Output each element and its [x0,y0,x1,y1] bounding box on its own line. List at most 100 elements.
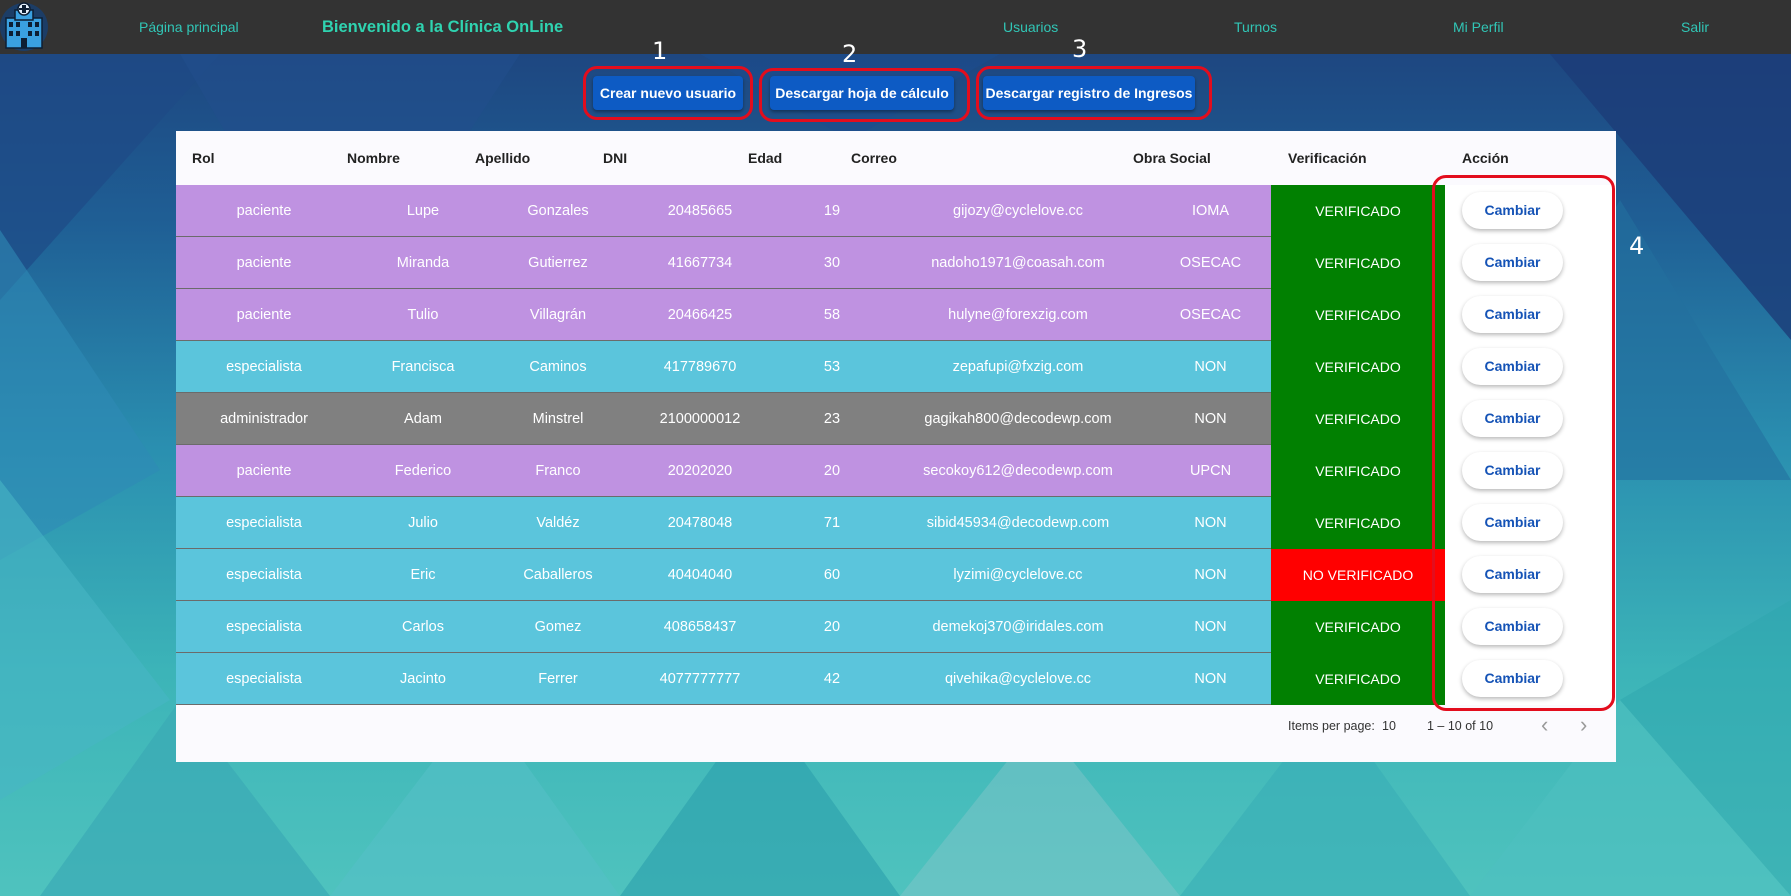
download-sheet-button[interactable]: Descargar hoja de cálculo [770,76,954,110]
cell-verificacion: VERIFICADO [1271,289,1445,341]
items-per-page-label: Items per page: [1288,719,1375,733]
table-header: Rol Nombre Apellido DNI Edad Correo Obra… [176,131,1616,185]
cell-dni: 408658437 [663,619,737,635]
cell-apellido: Gomez [534,619,582,635]
annotation-number-3: 3 [1072,35,1088,63]
cell-edad: 60 [823,567,841,583]
cell-accion: Cambiar [1445,497,1616,549]
cambiar-button[interactable]: Cambiar [1462,504,1563,541]
cell-verificacion: VERIFICADO [1271,601,1445,653]
cambiar-button[interactable]: Cambiar [1462,400,1563,437]
cell-obra-social: NON [1194,359,1227,375]
cell-dni: 20466425 [667,307,733,323]
cell-correo: gijozy@cyclelove.cc [953,203,1083,219]
header-rol[interactable]: Rol [192,131,215,185]
cambiar-button[interactable]: Cambiar [1462,452,1563,489]
table-row: especialista Eric Caballeros 40404040 60 lyzi… [176,549,1616,601]
cell-apellido: Valdéz [536,515,580,531]
top-navbar: Página principal Bienvenido a la Clínica… [0,0,1791,54]
cell-edad: 71 [823,515,841,531]
cell-correo: qivehika@cyclelove.cc [944,671,1092,687]
cell-correo: demekoj370@iridales.com [932,619,1104,635]
cell-apellido: Caballeros [523,567,593,583]
cell-rol: especialista [226,515,302,531]
cell-apellido: Ferrer [538,671,578,687]
cambiar-button[interactable]: Cambiar [1462,660,1563,697]
chevron-left-icon[interactable]: ‹ [1541,713,1548,737]
annotation-number-1: 1 [652,37,668,65]
header-correo[interactable]: Correo [851,131,897,185]
cell-dni: 20202020 [667,463,733,479]
cambiar-button[interactable]: Cambiar [1462,192,1563,229]
header-verificacion[interactable]: Verificación [1288,131,1367,185]
page-title: Bienvenido a la Clínica OnLine [322,18,564,36]
cell-correo: lyzimi@cyclelove.cc [953,567,1083,583]
cell-accion: Cambiar [1445,445,1616,497]
cell-verificacion: VERIFICADO [1271,185,1445,237]
cell-apellido: Caminos [529,359,587,375]
nav-profile-link[interactable]: Mi Perfil [1453,0,1504,54]
cell-obra-social: NON [1194,567,1227,583]
items-per-page-select[interactable]: 10 [1382,716,1396,736]
cell-correo: secokoy612@decodewp.com [923,463,1113,479]
cell-correo: sibid45934@decodewp.com [926,515,1110,531]
nav-home-link[interactable]: Página principal [139,0,239,54]
hospital-icon[interactable] [0,0,50,54]
cambiar-button[interactable]: Cambiar [1462,608,1563,645]
cell-rol: administrador [220,411,308,427]
table-row: especialista Carlos Gomez 408658437 20 demeko… [176,601,1616,653]
header-nombre[interactable]: Nombre [347,131,400,185]
cell-verificacion: NO VERIFICADO [1271,549,1445,601]
header-edad[interactable]: Edad [748,131,782,185]
cell-obra-social: OSECAC [1179,307,1242,323]
cell-nombre: Lupe [406,203,440,219]
cell-dni: 20485665 [667,203,733,219]
cell-edad: 20 [823,463,841,479]
nav-logout-link[interactable]: Salir [1681,0,1709,54]
cell-rol: especialista [226,359,302,375]
header-obra-social[interactable]: Obra Social [1133,131,1211,185]
nav-users-link[interactable]: Usuarios [1003,0,1058,54]
table-row: paciente Federico Franco 20202020 20 secokoy6… [176,445,1616,497]
cell-dni: 2100000012 [659,411,741,427]
cell-edad: 23 [823,411,841,427]
cell-rol: paciente [236,255,292,271]
cell-accion: Cambiar [1445,653,1616,705]
cell-dni: 417789670 [663,359,737,375]
cell-edad: 58 [823,307,841,323]
cell-dni: 20478048 [667,515,733,531]
cell-edad: 30 [823,255,841,271]
cambiar-button[interactable]: Cambiar [1462,348,1563,385]
cell-nombre: Miranda [396,255,450,271]
create-user-button[interactable]: Crear nuevo usuario [593,76,743,110]
cell-rol: paciente [236,463,292,479]
cell-nombre: Eric [410,567,436,583]
cambiar-button[interactable]: Cambiar [1462,296,1563,333]
cell-accion: Cambiar [1445,601,1616,653]
table-row: especialista Francisca Caminos 417789670 53 z… [176,341,1616,393]
download-log-button[interactable]: Descargar registro de Ingresos [983,76,1195,110]
cell-accion: Cambiar [1445,341,1616,393]
cell-verificacion: VERIFICADO [1271,393,1445,445]
cell-correo: gagikah800@decodewp.com [924,411,1112,427]
header-apellido[interactable]: Apellido [475,131,530,185]
cell-accion: Cambiar [1445,185,1616,237]
cambiar-button[interactable]: Cambiar [1462,556,1563,593]
table-row: especialista Julio Valdéz 20478048 71 sibid45… [176,497,1616,549]
header-dni[interactable]: DNI [603,131,627,185]
cell-edad: 53 [823,359,841,375]
cell-rol: especialista [226,567,302,583]
cell-apellido: Franco [535,463,581,479]
cell-correo: zepafupi@fxzig.com [952,359,1084,375]
cell-obra-social: UPCN [1189,463,1232,479]
nav-turns-link[interactable]: Turnos [1234,0,1277,54]
cambiar-button[interactable]: Cambiar [1462,244,1563,281]
chevron-right-icon[interactable]: › [1580,713,1587,737]
cell-apellido: Minstrel [532,411,584,427]
table-row: paciente Lupe Gonzales 20485665 19 gijozy@cyc… [176,185,1616,237]
cell-apellido: Gutierrez [528,255,588,271]
cell-obra-social: NON [1194,619,1227,635]
cell-edad: 19 [823,203,841,219]
cell-nombre: Carlos [402,619,444,635]
cell-obra-social: IOMA [1191,203,1230,219]
